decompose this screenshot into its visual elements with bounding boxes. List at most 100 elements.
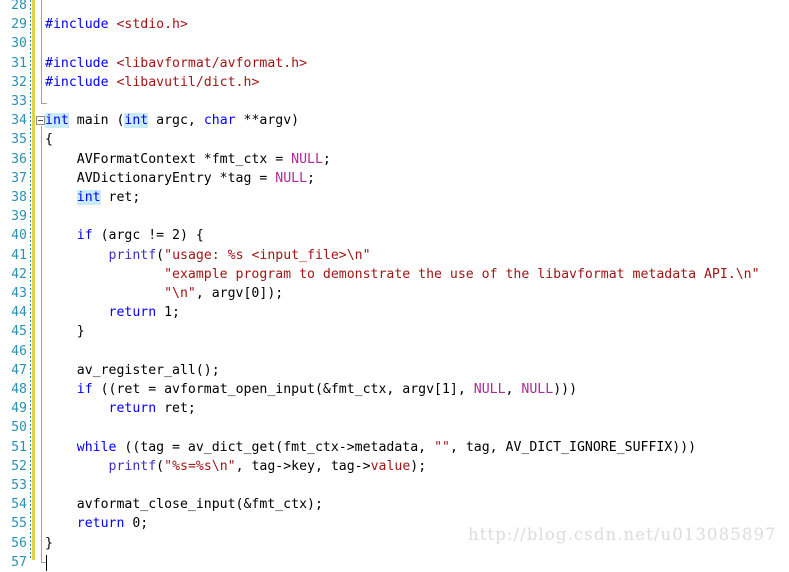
code-line[interactable]: AVDictionaryEntry *tag = NULL; bbox=[45, 169, 315, 188]
modification-indicator-bar bbox=[32, 0, 35, 560]
code-token: printf bbox=[108, 458, 157, 474]
code-line[interactable]: return 1; bbox=[45, 303, 180, 322]
code-token: AVDictionaryEntry *tag = bbox=[45, 170, 276, 186]
code-line[interactable]: } bbox=[45, 322, 85, 341]
line-number: 49 bbox=[11, 401, 27, 417]
code-token: "usage: %s <input_file>\n" bbox=[164, 247, 371, 263]
gutter-separator bbox=[30, 0, 31, 560]
code-token: **argv) bbox=[235, 113, 300, 129]
code-folding-column[interactable] bbox=[36, 0, 48, 563]
code-line[interactable]: return ret; bbox=[45, 399, 196, 418]
code-line[interactable]: #include <libavutil/dict.h> bbox=[45, 73, 259, 92]
code-line[interactable]: #include <stdio.h> bbox=[45, 15, 188, 34]
code-token: #include bbox=[45, 17, 117, 33]
fold-guide-line bbox=[41, 0, 42, 103]
code-token: 0; bbox=[124, 516, 149, 532]
line-number: 48 bbox=[11, 382, 27, 397]
line-number: 51 bbox=[11, 439, 27, 455]
code-token: #include bbox=[45, 55, 117, 71]
line-number: 42 bbox=[11, 266, 27, 282]
line-number: 54 bbox=[11, 497, 27, 513]
line-number: 33 bbox=[11, 94, 27, 109]
line-number: 43 bbox=[11, 286, 27, 301]
code-line[interactable]: printf("usage: %s <input_file>\n" bbox=[45, 246, 371, 265]
code-line[interactable]: if ((ret = avformat_open_input(&fmt_ctx,… bbox=[45, 380, 577, 399]
code-token: ((ret = avformat_open_input(&fmt_ctx, ar… bbox=[92, 382, 474, 397]
code-line[interactable]: if (argc != 2) { bbox=[45, 226, 204, 245]
code-token: value bbox=[370, 458, 411, 474]
code-token: <stdio.h> bbox=[116, 17, 188, 33]
line-number: 28 bbox=[11, 0, 27, 13]
code-line[interactable]: av_register_all(); bbox=[45, 361, 220, 380]
code-token: ; bbox=[322, 151, 331, 167]
code-token: <libavformat/avformat.h> bbox=[116, 55, 308, 71]
fold-region-end-marker bbox=[41, 98, 47, 104]
code-editor[interactable]: 28 29 30 31 32 33 34 35 36 37 38 39 40 41 42 43 44 45 46 47… bbox=[0, 0, 789, 571]
code-token: while bbox=[76, 439, 117, 455]
code-token: argc, bbox=[148, 113, 204, 129]
code-token: int bbox=[76, 190, 101, 205]
line-number: 57 bbox=[11, 554, 27, 570]
line-number: 30 bbox=[11, 36, 27, 52]
code-token: <libavutil/dict.h> bbox=[116, 74, 260, 90]
watermark-text: http://blog.csdn.net/u013085897 bbox=[468, 525, 777, 544]
code-token: ; bbox=[307, 170, 315, 186]
code-line[interactable]: int main (int argc, char **argv) bbox=[45, 111, 299, 130]
code-token: ret; bbox=[100, 190, 141, 205]
code-token: return bbox=[108, 401, 157, 417]
code-token: if bbox=[76, 382, 93, 397]
code-line[interactable]: printf("%s=%s\n", tag->key, tag->value); bbox=[45, 457, 427, 476]
code-line[interactable]: AVFormatContext *fmt_ctx = NULL; bbox=[45, 150, 331, 169]
line-number: 38 bbox=[11, 190, 27, 205]
line-number: 31 bbox=[11, 55, 27, 71]
line-number: 29 bbox=[11, 17, 27, 33]
code-token: #include bbox=[45, 74, 117, 90]
code-token: NULL bbox=[275, 170, 308, 186]
code-token: "%s=%s\n" bbox=[164, 458, 236, 474]
line-number: 41 bbox=[11, 247, 27, 263]
line-number: 52 bbox=[11, 458, 27, 474]
code-line[interactable]: "\n", argv[0]); bbox=[45, 284, 283, 303]
code-token: (argc != 2) { bbox=[92, 228, 204, 244]
code-line[interactable]: while ((tag = av_dict_get(fmt_ctx->metad… bbox=[45, 438, 696, 457]
code-token: "" bbox=[434, 439, 450, 455]
code-token: AVFormatContext *fmt_ctx = bbox=[45, 151, 292, 167]
code-token: printf bbox=[108, 247, 157, 263]
code-line[interactable]: return 0; bbox=[45, 514, 148, 533]
line-number: 46 bbox=[11, 343, 27, 359]
code-token: av_register_all(); bbox=[45, 362, 220, 378]
line-number: 56 bbox=[11, 535, 27, 551]
code-token: "\n" bbox=[164, 286, 196, 301]
code-token: , bbox=[505, 382, 522, 397]
code-text-area[interactable]: #include <stdio.h> #include <libavformat… bbox=[45, 0, 789, 560]
code-token: "example program to demonstrate the use … bbox=[164, 266, 760, 282]
line-number: 35 bbox=[11, 132, 27, 148]
code-token: int bbox=[124, 113, 149, 129]
code-token: , tag, AV_DICT_IGNORE_SUFFIX))) bbox=[449, 439, 697, 455]
code-token: if bbox=[76, 228, 93, 244]
code-token: } bbox=[45, 324, 85, 340]
fold-collapse-box-icon[interactable] bbox=[36, 116, 45, 126]
code-token: char bbox=[203, 113, 236, 129]
code-token: NULL bbox=[521, 382, 554, 397]
code-line[interactable]: #include <libavformat/avformat.h> bbox=[45, 54, 307, 73]
line-number-gutter[interactable]: 28 29 30 31 32 33 34 35 36 37 38 39 40 41 42 43 44 45 46 47… bbox=[0, 0, 30, 570]
line-number: 47 bbox=[11, 362, 27, 378]
code-token: avformat_close_input(&fmt_ctx); bbox=[45, 497, 323, 513]
code-line[interactable]: "example program to demonstrate the use … bbox=[45, 265, 760, 284]
code-line[interactable]: avformat_close_input(&fmt_ctx); bbox=[45, 495, 323, 514]
code-token: ((tag = av_dict_get(fmt_ctx->metadata, bbox=[116, 439, 435, 455]
code-token: NULL bbox=[473, 382, 506, 397]
code-line[interactable]: int ret; bbox=[45, 188, 140, 207]
code-token: NULL bbox=[291, 151, 323, 167]
